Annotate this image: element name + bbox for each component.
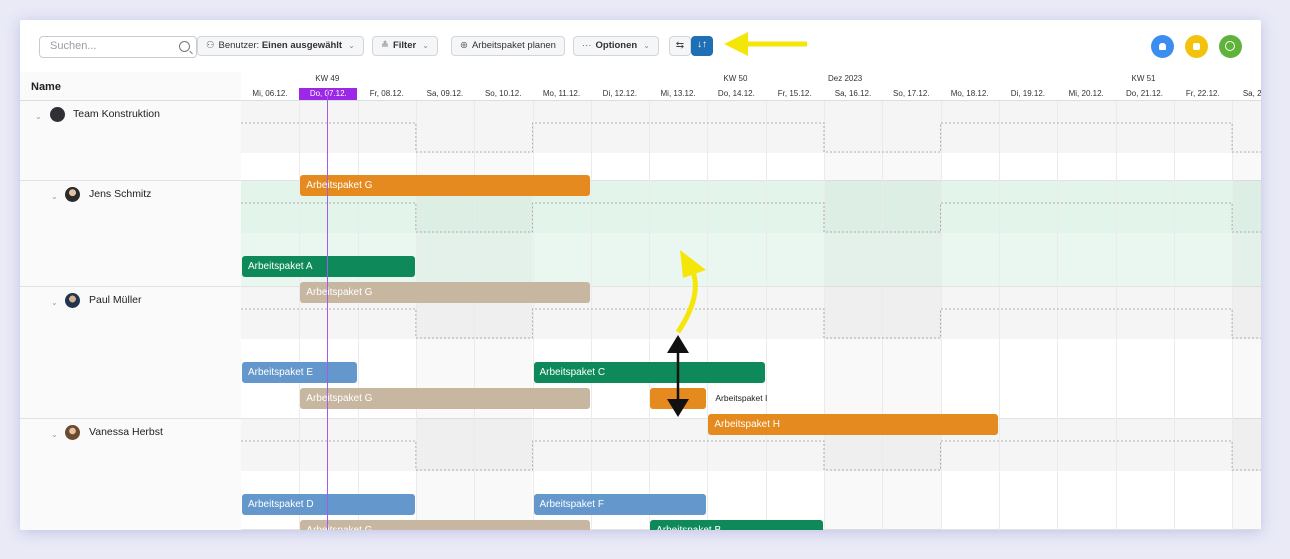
options-label: Optionen xyxy=(595,40,638,51)
bell-icon xyxy=(1159,43,1166,50)
day-header-today[interactable]: Do, 07.12. xyxy=(299,88,358,100)
toolbar: Suchen... ⚇ Benutzer: Einen ausgewählt ⌄ ≗… xyxy=(20,20,1261,72)
notifications-button[interactable] xyxy=(1151,35,1174,58)
week-label: KW 49 xyxy=(315,74,340,83)
chevron-down-icon[interactable]: ⌄ xyxy=(51,298,58,307)
group-name: Vanessa Herbst xyxy=(89,426,163,438)
group-row-jens-schmitz[interactable]: ⌄ Jens Schmitz xyxy=(20,181,241,287)
work-package-bar[interactable]: Arbeitspaket G xyxy=(300,388,590,409)
week-label: Dez 2023 xyxy=(828,74,863,83)
chevron-down-icon: ⌄ xyxy=(348,41,355,50)
day-header[interactable]: Mo, 11.12. xyxy=(533,88,591,100)
swap-vertical-icon: ↓↑ xyxy=(697,39,707,50)
avatar xyxy=(65,293,80,308)
avatar xyxy=(65,425,80,440)
capacity-outline xyxy=(241,122,1261,471)
day-header[interactable]: Sa, 16.12. xyxy=(824,88,882,100)
plan-label: Arbeitspaket planen xyxy=(471,40,556,51)
work-package-label: Arbeitspaket I xyxy=(715,393,768,403)
user-filter-value: Einen ausgewählt xyxy=(261,40,343,51)
day-header[interactable]: Mi, 13.12. xyxy=(649,88,707,100)
group-row-team-konstruktion[interactable]: ⌄ Team Konstruktion xyxy=(20,101,241,181)
name-header-label: Name xyxy=(31,81,61,93)
sliders-icon: ≗ xyxy=(381,40,389,51)
gantt-chart: KW 49 KW 50 Dez 2023 KW 51 Mi, 06.12. Do, 07.… xyxy=(241,72,1261,530)
day-header[interactable]: Sa, 23.12. xyxy=(1232,88,1261,100)
day-header[interactable]: Do, 14.12. xyxy=(707,88,765,100)
day-header[interactable]: So, 17.12. xyxy=(882,88,940,100)
day-header[interactable]: Di, 19.12. xyxy=(999,88,1057,100)
group-row-vanessa-herbst[interactable]: ⌄ Vanessa Herbst xyxy=(20,419,241,530)
week-label: KW 50 xyxy=(723,74,748,83)
chevron-down-icon[interactable]: ⌄ xyxy=(51,192,58,201)
clock-icon xyxy=(1225,41,1235,51)
today-line xyxy=(327,89,328,530)
group-name: Team Konstruktion xyxy=(73,108,160,120)
work-package-bar[interactable]: Arbeitspaket A xyxy=(242,256,415,277)
day-header[interactable]: Fr, 08.12. xyxy=(358,88,416,100)
name-column-header: Name xyxy=(20,72,241,101)
avatar xyxy=(65,187,80,202)
group-name: Jens Schmitz xyxy=(89,188,152,200)
day-header[interactable]: Mi, 20.12. xyxy=(1057,88,1115,100)
note-icon xyxy=(1193,43,1200,50)
plan-work-package-button[interactable]: ⊕ Arbeitspaket planen xyxy=(451,36,565,56)
time-tracking-button[interactable] xyxy=(1219,35,1242,58)
day-header[interactable]: Mo, 18.12. xyxy=(941,88,999,100)
day-header[interactable]: So, 10.12. xyxy=(474,88,532,100)
chevron-down-icon[interactable]: ⌄ xyxy=(51,430,58,439)
search-icon xyxy=(179,41,190,52)
resource-list: Name ⌄ Team Konstruktion ⌄ Jens Schmitz … xyxy=(20,72,242,530)
work-package-bar[interactable]: Arbeitspaket G xyxy=(300,520,590,530)
plus-circle-icon: ⊕ xyxy=(460,40,468,51)
chevron-down-icon[interactable]: ⌄ xyxy=(35,112,42,121)
capacity-line xyxy=(241,202,1261,233)
work-package-bar[interactable]: Arbeitspaket H xyxy=(708,414,998,435)
capacity-line xyxy=(241,308,1261,339)
work-package-bar[interactable]: Arbeitspaket B xyxy=(650,520,823,530)
notes-button[interactable] xyxy=(1185,35,1208,58)
search-placeholder: Suchen... xyxy=(50,40,97,52)
chevron-down-icon: ⌄ xyxy=(643,41,650,50)
more-icon: ··· xyxy=(582,40,592,51)
day-header[interactable]: Di, 12.12. xyxy=(591,88,649,100)
day-header[interactable]: Mi, 06.12. xyxy=(241,88,299,100)
capacity-line xyxy=(241,122,1261,153)
swap-horizontal-icon: ⇆ xyxy=(675,40,685,51)
vertical-view-toggle[interactable]: ↓↑ xyxy=(691,36,713,56)
day-header[interactable]: Fr, 15.12. xyxy=(766,88,824,100)
work-package-bar[interactable]: Arbeitspaket G xyxy=(300,282,590,303)
capacity-line xyxy=(241,440,1261,471)
day-header[interactable]: Fr, 22.12. xyxy=(1174,88,1232,100)
users-icon: ⚇ xyxy=(206,40,215,51)
work-package-bar[interactable]: Arbeitspaket E xyxy=(242,362,357,383)
chevron-down-icon: ⌄ xyxy=(422,41,429,50)
group-name: Paul Müller xyxy=(89,294,142,306)
work-package-bar[interactable] xyxy=(650,388,707,409)
work-package-bar[interactable]: Arbeitspaket F xyxy=(533,494,707,515)
timeline-header: KW 49 KW 50 Dez 2023 KW 51 Mi, 06.12. Do, 07.… xyxy=(241,72,1261,101)
work-package-bar[interactable]: Arbeitspaket D xyxy=(242,494,415,515)
group-row-paul-mueller[interactable]: ⌄ Paul Müller xyxy=(20,287,241,419)
user-filter-dropdown[interactable]: ⚇ Benutzer: Einen ausgewählt ⌄ xyxy=(197,36,364,56)
user-filter-label: Benutzer: xyxy=(218,40,260,51)
team-icon xyxy=(50,107,65,122)
day-header[interactable]: Do, 21.12. xyxy=(1116,88,1174,100)
day-header[interactable]: Sa, 09.12. xyxy=(416,88,474,100)
work-package-bar[interactable]: Arbeitspaket G xyxy=(300,175,590,196)
week-label: KW 51 xyxy=(1131,74,1156,83)
options-button[interactable]: ··· Optionen ⌄ xyxy=(573,36,659,56)
filter-label: Filter xyxy=(392,40,417,51)
horizontal-view-toggle[interactable]: ⇆ xyxy=(669,36,691,56)
app-window: Suchen... ⚇ Benutzer: Einen ausgewählt ⌄ ≗… xyxy=(20,20,1261,530)
work-package-bar[interactable]: Arbeitspaket C xyxy=(533,362,765,383)
search-input[interactable]: Suchen... xyxy=(39,36,197,58)
filter-button[interactable]: ≗ Filter ⌄ xyxy=(372,36,438,56)
